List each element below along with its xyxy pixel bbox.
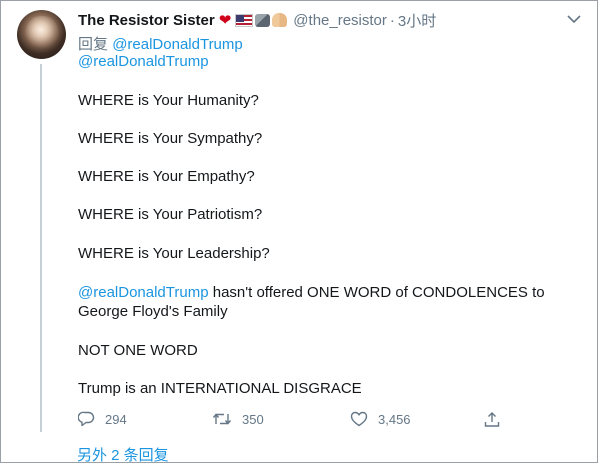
body-line-5: WHERE is Your Leadership? [78, 245, 270, 262]
thread-line [40, 64, 42, 432]
mention-link[interactable]: @realDonaldTrump [78, 53, 209, 70]
user-handle[interactable]: @the_resistor [293, 12, 387, 29]
share-button[interactable] [484, 411, 500, 428]
body-line-7: George Floyd's Family [78, 303, 228, 320]
separator-dot: · [389, 11, 395, 29]
timestamp[interactable]: 3小时 [398, 10, 436, 31]
name-emoji: ❤ [219, 11, 288, 29]
avatar[interactable] [17, 10, 66, 59]
reply-prefix: 回复 [78, 36, 109, 53]
heart-icon: ❤ [218, 12, 232, 29]
chevron-down-icon[interactable] [566, 13, 582, 25]
body-line-2: WHERE is Your Sympathy? [78, 130, 263, 147]
reply-button[interactable]: 294 [78, 411, 212, 427]
folded-hands-icon [272, 13, 288, 27]
like-button[interactable]: 3,456 [350, 411, 484, 427]
reply-count: 294 [105, 411, 127, 427]
retweet-button[interactable]: 350 [212, 412, 350, 427]
body-mention: @realDonaldTrump [78, 53, 209, 70]
flexed-arm-icon [255, 13, 271, 27]
display-name[interactable]: The Resistor Sister [78, 12, 215, 29]
body-line-6-text: hasn't offered ONE WORD of CONDOLENCES t… [208, 284, 545, 301]
retweet-icon [212, 413, 232, 425]
body-line-1: WHERE is Your Humanity? [78, 92, 259, 109]
body-line-3: WHERE is Your Empathy? [78, 168, 255, 185]
body-line-9: Trump is an INTERNATIONAL DISGRACE [78, 380, 362, 397]
tweet-actions: 294 350 3,456 [78, 409, 518, 429]
like-count: 3,456 [378, 411, 411, 427]
heart-outline-icon [350, 411, 368, 427]
tweet-header: The Resistor Sister ❤ @the_resistor · 3小… [78, 9, 436, 31]
retweet-count: 350 [242, 411, 264, 427]
reply-to-link[interactable]: @realDonaldTrump [112, 36, 243, 53]
reply-context: 回复 @realDonaldTrump [78, 33, 243, 54]
mention-link[interactable]: @realDonaldTrump [78, 284, 209, 301]
reply-icon [78, 411, 95, 427]
body-line-4: WHERE is Your Patriotism? [78, 206, 263, 223]
body-line-6: @realDonaldTrump hasn't offered ONE WORD… [78, 284, 545, 301]
show-more-replies-link[interactable]: 另外 2 条回复 [77, 444, 169, 465]
us-flag-icon [235, 13, 254, 27]
body-line-8: NOT ONE WORD [78, 342, 198, 359]
share-icon [484, 411, 500, 427]
